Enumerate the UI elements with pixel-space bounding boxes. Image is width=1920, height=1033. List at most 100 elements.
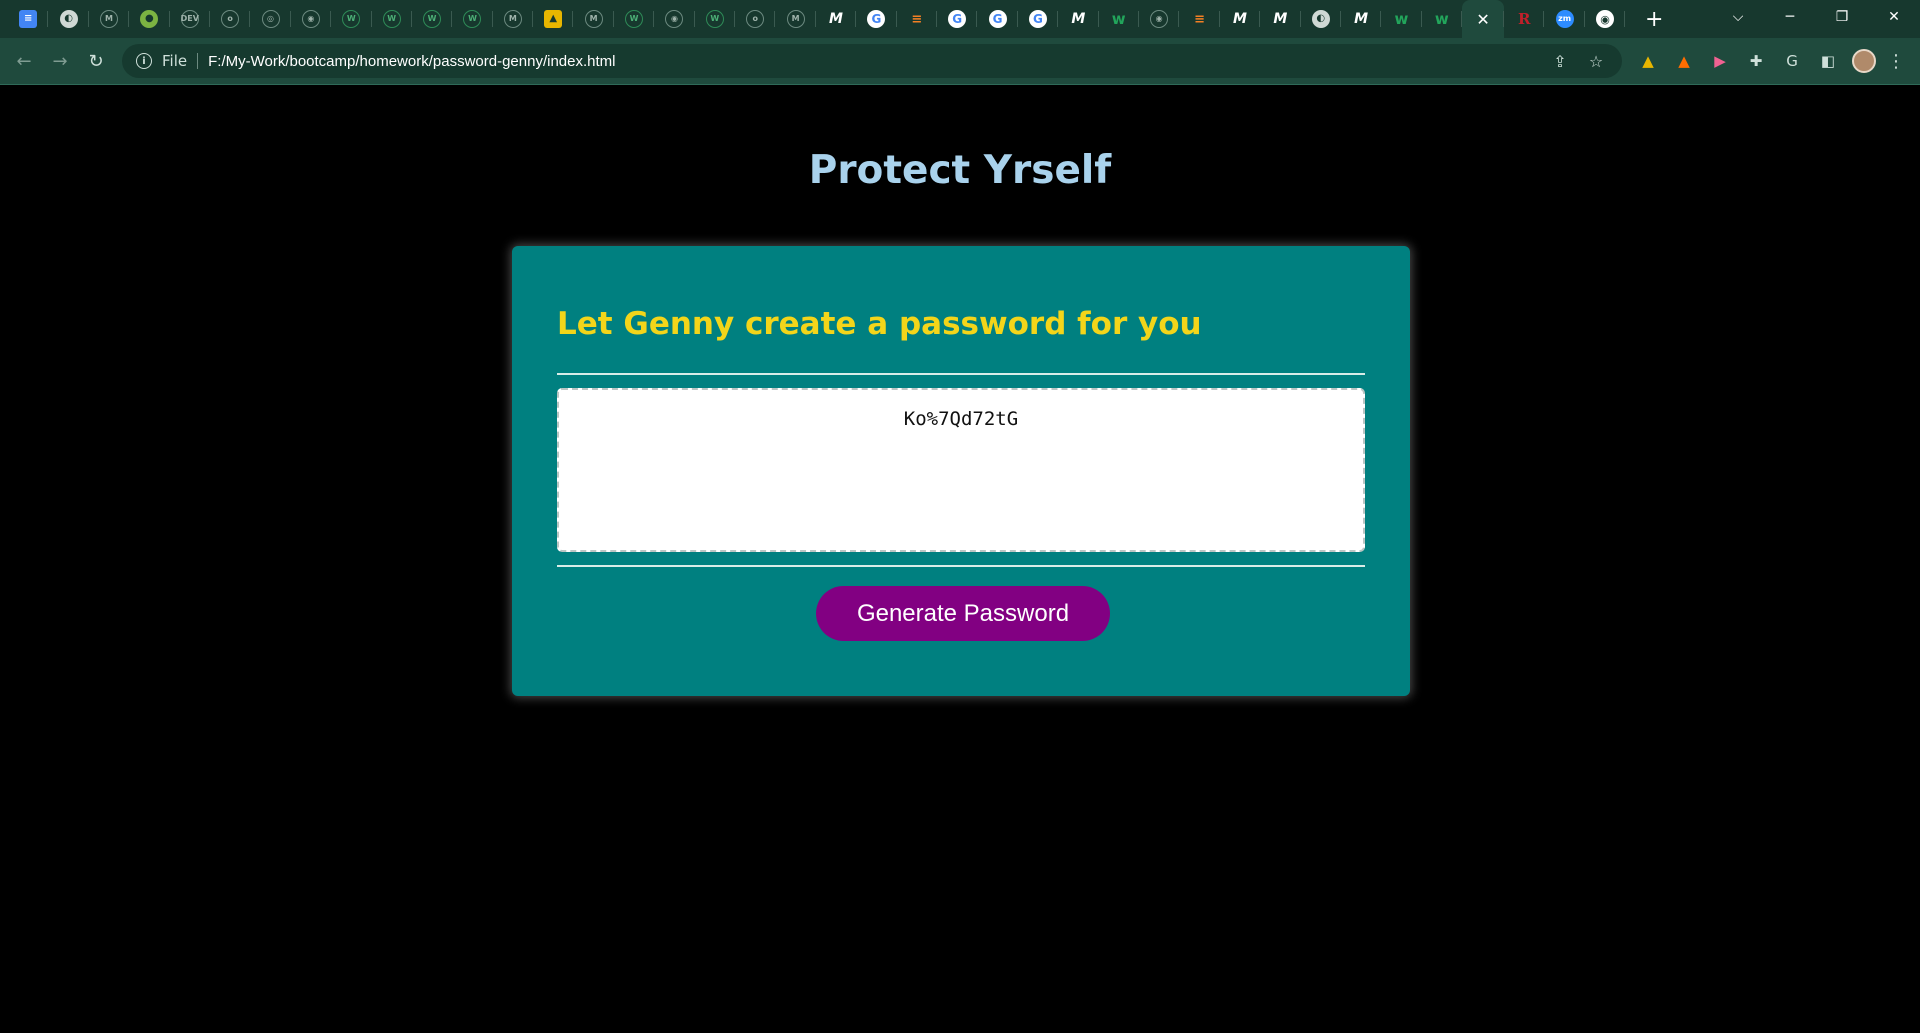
- medium-circle-icon: M: [99, 10, 118, 28]
- reload-button[interactable]: ↻: [78, 43, 114, 79]
- browser-tab[interactable]: M: [816, 0, 857, 38]
- browser-tab[interactable]: o: [210, 0, 251, 38]
- browser-tab[interactable]: M: [1341, 0, 1382, 38]
- w-circle-icon: W: [463, 10, 482, 28]
- openai-icon: ◉: [301, 10, 320, 28]
- browser-tab[interactable]: M: [89, 0, 130, 38]
- browser-tab[interactable]: ●: [129, 0, 170, 38]
- browser-tab[interactable]: DEV: [170, 0, 211, 38]
- browser-tab[interactable]: W: [695, 0, 736, 38]
- browser-tab[interactable]: w: [1099, 0, 1140, 38]
- medium-icon: M: [1071, 11, 1086, 27]
- browser-tab[interactable]: ◎: [250, 0, 292, 38]
- browser-tab[interactable]: G: [977, 0, 1019, 38]
- leaf-icon: ●: [140, 10, 159, 28]
- browser-tab[interactable]: G: [937, 0, 978, 38]
- browser-tab[interactable]: M: [1260, 0, 1301, 38]
- forward-button[interactable]: →: [42, 43, 78, 79]
- w-circle-icon: W: [342, 10, 361, 28]
- medium-icon: M: [1232, 11, 1247, 27]
- browser-tab[interactable]: W: [452, 0, 494, 38]
- browser-tab[interactable]: ≡: [1179, 0, 1221, 38]
- browser-tab[interactable]: M: [1058, 0, 1099, 38]
- tab-strip: ≡ ◐ M ● DEV o ◎ ◉ W W W W M ▲ M W ◉ Wo M M G ≡ G G G Mw ◉ ≡ M M ◐ Mw w ✕ R…: [0, 0, 1920, 38]
- close-tab-icon[interactable]: ✕: [1476, 10, 1489, 29]
- amazon-extension-icon[interactable]: ▲: [1630, 52, 1666, 70]
- window-controls: ⌵ ─ ❐ ✕: [1712, 0, 1920, 34]
- share-icon[interactable]: ⇪: [1542, 52, 1578, 71]
- grammarly-icon[interactable]: G: [1774, 52, 1810, 70]
- browser-tab[interactable]: R: [1504, 0, 1545, 38]
- close-window-icon[interactable]: ✕: [1868, 9, 1920, 25]
- browser-tab[interactable]: M: [775, 0, 817, 38]
- browser-tab[interactable]: ≡: [897, 0, 938, 38]
- back-button[interactable]: ←: [6, 43, 42, 79]
- browser-tab[interactable]: M: [493, 0, 534, 38]
- browser-tab[interactable]: W: [614, 0, 655, 38]
- w-icon: w: [1394, 9, 1409, 28]
- side-panel-icon[interactable]: ◧: [1810, 52, 1846, 70]
- url-scheme: File: [162, 53, 199, 69]
- w-icon: w: [1111, 9, 1126, 28]
- bookmark-star-icon[interactable]: ☆: [1578, 52, 1614, 71]
- url-text[interactable]: F:/My-Work/bootcamp/homework/password-ge…: [208, 53, 615, 70]
- r-icon: R: [1518, 9, 1531, 28]
- divider-bottom: [557, 565, 1365, 567]
- zoom-icon: zm: [1555, 10, 1574, 28]
- openai-icon: ◉: [1150, 10, 1169, 28]
- browser-tab[interactable]: M: [573, 0, 615, 38]
- browser-tab[interactable]: o: [735, 0, 776, 38]
- browser-tab[interactable]: zm: [1544, 0, 1586, 38]
- browser-tab[interactable]: M: [1220, 0, 1261, 38]
- restore-icon[interactable]: ❐: [1816, 9, 1868, 25]
- globe-icon: ◐: [1311, 10, 1330, 28]
- browser-tab[interactable]: ◐: [1301, 0, 1342, 38]
- browser-tab[interactable]: W: [372, 0, 413, 38]
- browser-toolbar: ← → ↻ i File F:/My-Work/bootcamp/homewor…: [0, 38, 1920, 85]
- medium-icon: M: [829, 11, 843, 27]
- browser-tab[interactable]: ◐: [48, 0, 90, 38]
- browser-tab[interactable]: ◉: [1585, 0, 1626, 38]
- w-icon: w: [1434, 9, 1449, 28]
- stackoverflow-icon: ≡: [1194, 11, 1205, 27]
- address-bar[interactable]: i File F:/My-Work/bootcamp/homework/pass…: [122, 44, 1622, 78]
- browser-tab[interactable]: w: [1422, 0, 1463, 38]
- active-tab[interactable]: ✕: [1462, 0, 1505, 38]
- tab-search-icon[interactable]: ⌵: [1712, 9, 1764, 25]
- browser-tab[interactable]: W: [412, 0, 453, 38]
- card-header: Let Genny create a password for you: [557, 306, 1202, 342]
- profile-avatar[interactable]: [1852, 49, 1876, 73]
- browser-tab[interactable]: ◉: [1139, 0, 1180, 38]
- stackoverflow-icon: ≡: [911, 11, 923, 27]
- ring-icon: o: [746, 10, 765, 28]
- minimize-icon[interactable]: ─: [1764, 9, 1816, 25]
- openai-icon: ◎: [261, 10, 280, 28]
- video-extension-icon[interactable]: ▶: [1702, 52, 1738, 70]
- google-icon: G: [988, 10, 1007, 28]
- google-icon: G: [1028, 10, 1047, 28]
- generate-password-button[interactable]: Generate Password: [816, 586, 1110, 641]
- openai-icon: ◉: [665, 10, 684, 28]
- divider-top: [557, 373, 1365, 375]
- password-card: Let Genny create a password for you Ko%7…: [512, 246, 1410, 696]
- browser-tab[interactable]: G: [856, 0, 897, 38]
- browser-tab[interactable]: ▲: [533, 0, 574, 38]
- orange-extension-icon[interactable]: ▲: [1666, 52, 1702, 70]
- puzzle-extensions-icon[interactable]: ✚: [1738, 52, 1774, 70]
- medium-circle-icon: M: [584, 10, 603, 28]
- browser-tab[interactable]: ◉: [291, 0, 332, 38]
- browser-tab[interactable]: W: [331, 0, 372, 38]
- info-icon[interactable]: i: [136, 53, 152, 69]
- w-circle-icon: W: [423, 10, 442, 28]
- browser-tab[interactable]: ≡: [8, 0, 49, 38]
- globe-icon: ◐: [59, 10, 78, 28]
- new-tab-button[interactable]: +: [1639, 7, 1669, 32]
- medium-icon: M: [1273, 11, 1288, 27]
- browser-menu-icon[interactable]: ⋮: [1884, 51, 1908, 72]
- password-output[interactable]: Ko%7Qd72tG: [557, 388, 1365, 552]
- browser-tab[interactable]: w: [1381, 0, 1423, 38]
- page-title: Protect Yrself: [808, 148, 1112, 193]
- browser-tab[interactable]: ◉: [654, 0, 696, 38]
- google-icon: G: [867, 10, 886, 28]
- browser-tab[interactable]: G: [1018, 0, 1059, 38]
